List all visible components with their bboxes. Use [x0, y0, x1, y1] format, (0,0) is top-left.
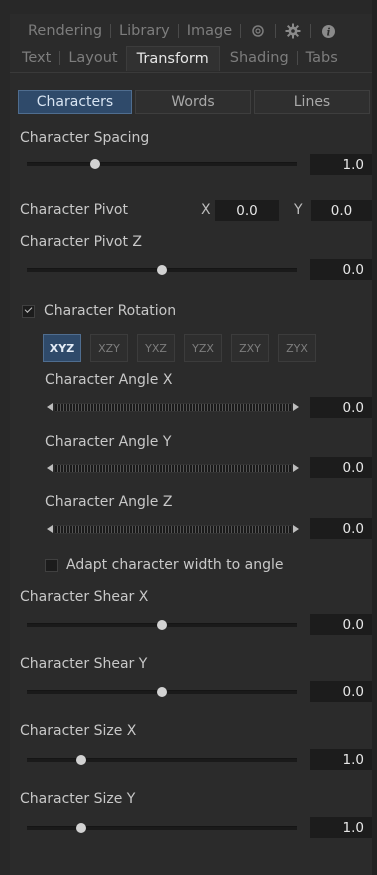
- tab-separator: [275, 24, 277, 38]
- tab-separator: [59, 51, 61, 65]
- tab-image[interactable]: Image: [187, 23, 232, 39]
- pivot-y-field[interactable]: 0.0: [311, 200, 372, 221]
- slider-knob[interactable]: [76, 823, 86, 833]
- mode-lines-button[interactable]: Lines: [254, 90, 370, 114]
- svg-text:i: i: [326, 27, 330, 38]
- shear-x-slider[interactable]: [27, 620, 297, 630]
- tab-separator: [240, 24, 242, 38]
- order-xzy-button[interactable]: XZY: [90, 334, 128, 362]
- slider-knob[interactable]: [157, 620, 167, 630]
- order-xyz-button[interactable]: XYZ: [43, 334, 81, 362]
- shear-y-value[interactable]: 0.0: [310, 681, 372, 702]
- tab-layout[interactable]: Layout: [68, 50, 117, 66]
- tab-separator: [310, 24, 312, 38]
- arrow-left-icon[interactable]: [47, 464, 53, 472]
- character-pivot-z-label: Character Pivot Z: [20, 234, 142, 250]
- character-pivot-z-slider[interactable]: [27, 265, 297, 275]
- angle-x-label: Character Angle X: [45, 372, 173, 388]
- pivot-y-label: Y: [294, 202, 303, 218]
- character-rotation-label: Character Rotation: [44, 303, 177, 319]
- character-pivot-z-value[interactable]: 0.0: [310, 259, 372, 280]
- gear-icon[interactable]: [284, 22, 302, 40]
- character-pivot-label: Character Pivot: [20, 202, 128, 218]
- tab-separator: [110, 24, 112, 38]
- angle-z-label: Character Angle Z: [45, 494, 173, 510]
- order-yzx-button[interactable]: YZX: [184, 334, 222, 362]
- pivot-x-label: X: [201, 202, 211, 218]
- size-x-label: Character Size X: [20, 723, 137, 739]
- arrow-left-icon[interactable]: [47, 525, 53, 533]
- angle-y-value[interactable]: 0.0: [310, 457, 372, 478]
- character-spacing-value[interactable]: 1.0: [310, 154, 372, 175]
- shear-x-value[interactable]: 0.0: [310, 614, 372, 635]
- angle-z-thumbwheel[interactable]: [55, 525, 291, 534]
- character-spacing-label: Character Spacing: [20, 130, 150, 146]
- size-x-value[interactable]: 1.0: [310, 749, 372, 770]
- angle-y-thumbwheel[interactable]: [55, 464, 291, 473]
- character-rotation-checkbox[interactable]: [22, 305, 35, 318]
- shear-y-label: Character Shear Y: [20, 656, 148, 672]
- info-icon[interactable]: i: [319, 22, 337, 40]
- order-yxz-button[interactable]: YXZ: [137, 334, 175, 362]
- slider-knob[interactable]: [157, 687, 167, 697]
- shear-y-slider[interactable]: [27, 687, 297, 697]
- tab-separator: [177, 24, 179, 38]
- tab-tabs[interactable]: Tabs: [306, 50, 338, 66]
- tab-text[interactable]: Text: [22, 50, 51, 66]
- angle-x-value[interactable]: 0.0: [310, 397, 372, 418]
- arrow-right-icon[interactable]: [293, 464, 299, 472]
- slider-knob[interactable]: [157, 265, 167, 275]
- angle-z-value[interactable]: 0.0: [310, 518, 372, 539]
- size-y-slider[interactable]: [27, 823, 297, 833]
- size-y-value[interactable]: 1.0: [310, 817, 372, 838]
- mode-words-button[interactable]: Words: [135, 90, 251, 114]
- mode-characters-button[interactable]: Characters: [18, 90, 132, 114]
- tab-shading[interactable]: Shading: [230, 50, 289, 66]
- arrow-right-icon[interactable]: [293, 403, 299, 411]
- pivot-x-field[interactable]: 0.0: [215, 200, 279, 221]
- adapt-width-label: Adapt character width to angle: [66, 557, 284, 573]
- tab-separator: [296, 51, 298, 65]
- order-zyx-button[interactable]: ZYX: [278, 334, 316, 362]
- size-y-label: Character Size Y: [20, 791, 136, 807]
- panel-edge: [372, 0, 377, 875]
- link-icon[interactable]: [249, 22, 267, 40]
- tab-rendering[interactable]: Rendering: [28, 23, 102, 39]
- order-zxy-button[interactable]: ZXY: [231, 334, 269, 362]
- angle-x-thumbwheel[interactable]: [55, 403, 291, 412]
- arrow-left-icon[interactable]: [47, 403, 53, 411]
- arrow-right-icon[interactable]: [293, 525, 299, 533]
- angle-y-label: Character Angle Y: [45, 434, 172, 450]
- adapt-width-checkbox[interactable]: [45, 559, 58, 572]
- tab-row-top: Rendering Library Image i: [10, 20, 377, 42]
- shear-x-label: Character Shear X: [20, 589, 149, 605]
- tab-row-bottom: Text Layout Transform Shading Tabs: [10, 45, 377, 71]
- size-x-slider[interactable]: [27, 755, 297, 765]
- character-spacing-slider[interactable]: [27, 159, 297, 169]
- tab-library[interactable]: Library: [119, 23, 170, 39]
- tab-underline: [10, 72, 372, 73]
- tab-transform[interactable]: Transform: [125, 45, 220, 71]
- slider-knob[interactable]: [89, 159, 100, 169]
- slider-knob[interactable]: [76, 755, 86, 765]
